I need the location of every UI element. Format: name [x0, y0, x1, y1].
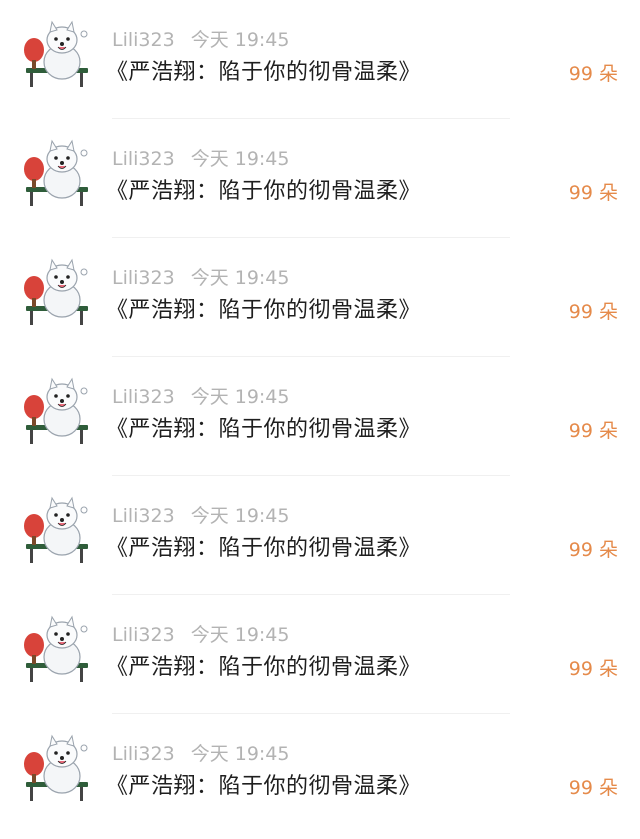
- samoyed-ping-pong-avatar-icon[interactable]: [22, 258, 92, 330]
- item-meta: Lili323 今天 19:45: [112, 623, 289, 647]
- list-item[interactable]: Lili323 今天 19:45 《严浩翔：陷于你的彻骨温柔》 99 朵: [0, 595, 640, 714]
- flower-count: 99 朵: [568, 777, 618, 799]
- samoyed-ping-pong-avatar-icon[interactable]: [22, 377, 92, 449]
- item-title[interactable]: 《严浩翔：陷于你的彻骨温柔》: [106, 296, 421, 326]
- username[interactable]: Lili323: [112, 148, 175, 170]
- timestamp: 今天 19:45: [190, 267, 290, 289]
- list-item[interactable]: Lili323 今天 19:45 《严浩翔：陷于你的彻骨温柔》 99 朵: [0, 119, 640, 238]
- item-meta: Lili323 今天 19:45: [112, 266, 289, 290]
- samoyed-ping-pong-avatar-icon[interactable]: [22, 734, 92, 806]
- item-title[interactable]: 《严浩翔：陷于你的彻骨温柔》: [106, 534, 421, 564]
- username[interactable]: Lili323: [112, 624, 175, 646]
- item-meta: Lili323 今天 19:45: [112, 742, 289, 766]
- item-title[interactable]: 《严浩翔：陷于你的彻骨温柔》: [106, 58, 421, 88]
- timestamp: 今天 19:45: [190, 29, 290, 51]
- timestamp: 今天 19:45: [190, 505, 290, 527]
- username[interactable]: Lili323: [112, 505, 175, 527]
- flower-count: 99 朵: [568, 539, 618, 561]
- timestamp: 今天 19:45: [190, 148, 290, 170]
- item-meta: Lili323 今天 19:45: [112, 28, 289, 52]
- flower-count: 99 朵: [568, 658, 618, 680]
- item-title[interactable]: 《严浩翔：陷于你的彻骨温柔》: [106, 177, 421, 207]
- item-meta: Lili323 今天 19:45: [112, 504, 289, 528]
- samoyed-ping-pong-avatar-icon[interactable]: [22, 496, 92, 568]
- username[interactable]: Lili323: [112, 267, 175, 289]
- item-title[interactable]: 《严浩翔：陷于你的彻骨温柔》: [106, 415, 421, 445]
- list-item[interactable]: Lili323 今天 19:45 《严浩翔：陷于你的彻骨温柔》 99 朵: [0, 357, 640, 476]
- list-item[interactable]: Lili323 今天 19:45 《严浩翔：陷于你的彻骨温柔》 99 朵: [0, 714, 640, 833]
- username[interactable]: Lili323: [112, 29, 175, 51]
- item-meta: Lili323 今天 19:45: [112, 147, 289, 171]
- timestamp: 今天 19:45: [190, 386, 290, 408]
- samoyed-ping-pong-avatar-icon[interactable]: [22, 615, 92, 687]
- gift-record-list: Lili323 今天 19:45 《严浩翔：陷于你的彻骨温柔》 99 朵 Lil…: [0, 0, 640, 839]
- item-title[interactable]: 《严浩翔：陷于你的彻骨温柔》: [106, 653, 421, 683]
- samoyed-ping-pong-avatar-icon[interactable]: [22, 139, 92, 211]
- username[interactable]: Lili323: [112, 743, 175, 765]
- username[interactable]: Lili323: [112, 386, 175, 408]
- timestamp: 今天 19:45: [190, 624, 290, 646]
- samoyed-ping-pong-avatar-icon[interactable]: [22, 20, 92, 92]
- flower-count: 99 朵: [568, 182, 618, 204]
- list-item[interactable]: Lili323 今天 19:45 《严浩翔：陷于你的彻骨温柔》 99 朵: [0, 0, 640, 119]
- list-item[interactable]: Lili323 今天 19:45 《严浩翔：陷于你的彻骨温柔》 99 朵: [0, 476, 640, 595]
- list-item[interactable]: Lili323 今天 19:45 《严浩翔：陷于你的彻骨温柔》 99 朵: [0, 238, 640, 357]
- timestamp: 今天 19:45: [190, 743, 290, 765]
- item-title[interactable]: 《严浩翔：陷于你的彻骨温柔》: [106, 772, 421, 802]
- item-meta: Lili323 今天 19:45: [112, 385, 289, 409]
- flower-count: 99 朵: [568, 420, 618, 442]
- flower-count: 99 朵: [568, 63, 618, 85]
- flower-count: 99 朵: [568, 301, 618, 323]
